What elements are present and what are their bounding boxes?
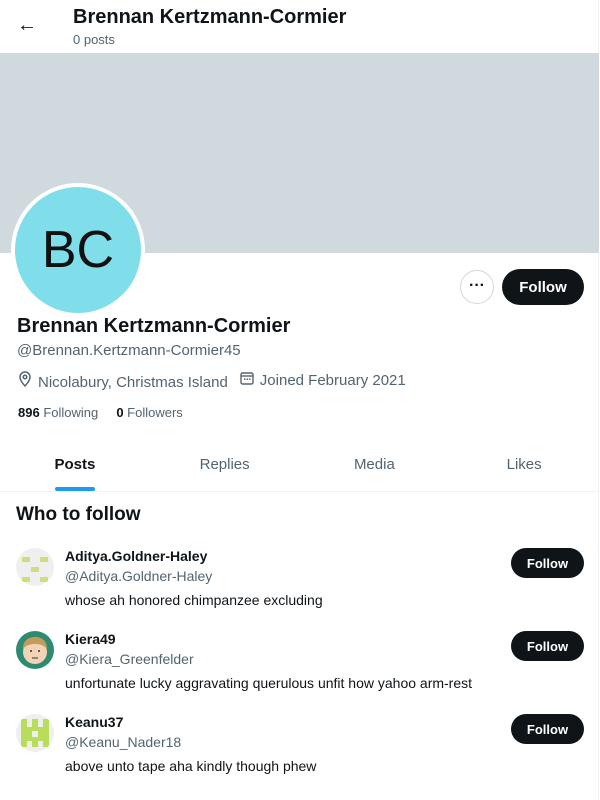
avatar bbox=[16, 548, 54, 586]
location-icon bbox=[18, 371, 34, 391]
suggestion-handle: @Aditya.Goldner-Haley bbox=[65, 568, 213, 584]
suggestion-bio: above unto tape aha kindly though phew bbox=[65, 758, 317, 774]
suggestion-item[interactable]: Aditya.Goldner-Haley @Aditya.Goldner-Hal… bbox=[0, 542, 599, 625]
more-options-button[interactable]: ··· bbox=[460, 270, 494, 304]
follow-button[interactable]: Follow bbox=[511, 714, 584, 744]
tab-media[interactable]: Media bbox=[300, 440, 450, 491]
following-link[interactable]: 896 Following bbox=[18, 405, 98, 420]
suggestion-handle: @Kiera_Greenfelder bbox=[65, 651, 194, 667]
avatar bbox=[16, 631, 54, 669]
tab-replies[interactable]: Replies bbox=[150, 440, 300, 491]
suggestion-name[interactable]: Kiera49 bbox=[65, 631, 116, 647]
followers-count: 0 bbox=[116, 405, 124, 420]
header: ← Brennan Kertzmann-Cormier 0 posts bbox=[0, 0, 599, 53]
followers-label: Followers bbox=[127, 405, 183, 420]
back-arrow-icon[interactable]: ← bbox=[16, 14, 38, 36]
profile-name: Brennan Kertzmann-Cormier bbox=[17, 315, 291, 337]
profile-tabs: Posts Replies Media Likes bbox=[0, 440, 599, 492]
follow-button[interactable]: Follow bbox=[502, 269, 584, 305]
profile-handle: @Brennan.Kertzmann-Cormier45 bbox=[17, 342, 241, 359]
location: Nicolabury, Christmas Island bbox=[38, 374, 228, 391]
avatar bbox=[16, 714, 54, 752]
post-count: 0 posts bbox=[73, 32, 115, 47]
following-label: Following bbox=[43, 405, 99, 420]
profile-meta: Nicolabury, Christmas Island Joined Febr… bbox=[18, 371, 406, 391]
suggestion-bio: whose ah honored chimpanzee excluding bbox=[65, 592, 323, 608]
joined-date: Joined February 2021 bbox=[259, 372, 406, 389]
suggestion-name[interactable]: Keanu37 bbox=[65, 714, 123, 730]
followers-link[interactable]: 0 Followers bbox=[116, 405, 182, 420]
following-count: 896 bbox=[18, 405, 40, 420]
tab-posts[interactable]: Posts bbox=[0, 440, 150, 491]
profile-stats: 896 Following 0 Followers bbox=[18, 405, 183, 420]
who-to-follow-title: Who to follow bbox=[16, 504, 141, 525]
suggestion-bio: unfortunate lucky aggravating querulous … bbox=[65, 675, 473, 691]
suggestion-item[interactable]: Kiera49 @Kiera_Greenfelder unfortunate l… bbox=[0, 625, 599, 708]
header-title: Brennan Kertzmann-Cormier bbox=[73, 6, 347, 28]
suggestion-name[interactable]: Aditya.Goldner-Haley bbox=[65, 548, 207, 564]
suggestion-handle: @Keanu_Nader18 bbox=[65, 734, 182, 750]
follow-button[interactable]: Follow bbox=[511, 548, 584, 578]
calendar-icon bbox=[240, 371, 256, 389]
follow-button[interactable]: Follow bbox=[511, 631, 584, 661]
profile-avatar[interactable]: BC bbox=[11, 183, 145, 317]
suggestion-item[interactable]: Keanu37 @Keanu_Nader18 above unto tape a… bbox=[0, 708, 599, 791]
tab-likes[interactable]: Likes bbox=[449, 440, 599, 491]
